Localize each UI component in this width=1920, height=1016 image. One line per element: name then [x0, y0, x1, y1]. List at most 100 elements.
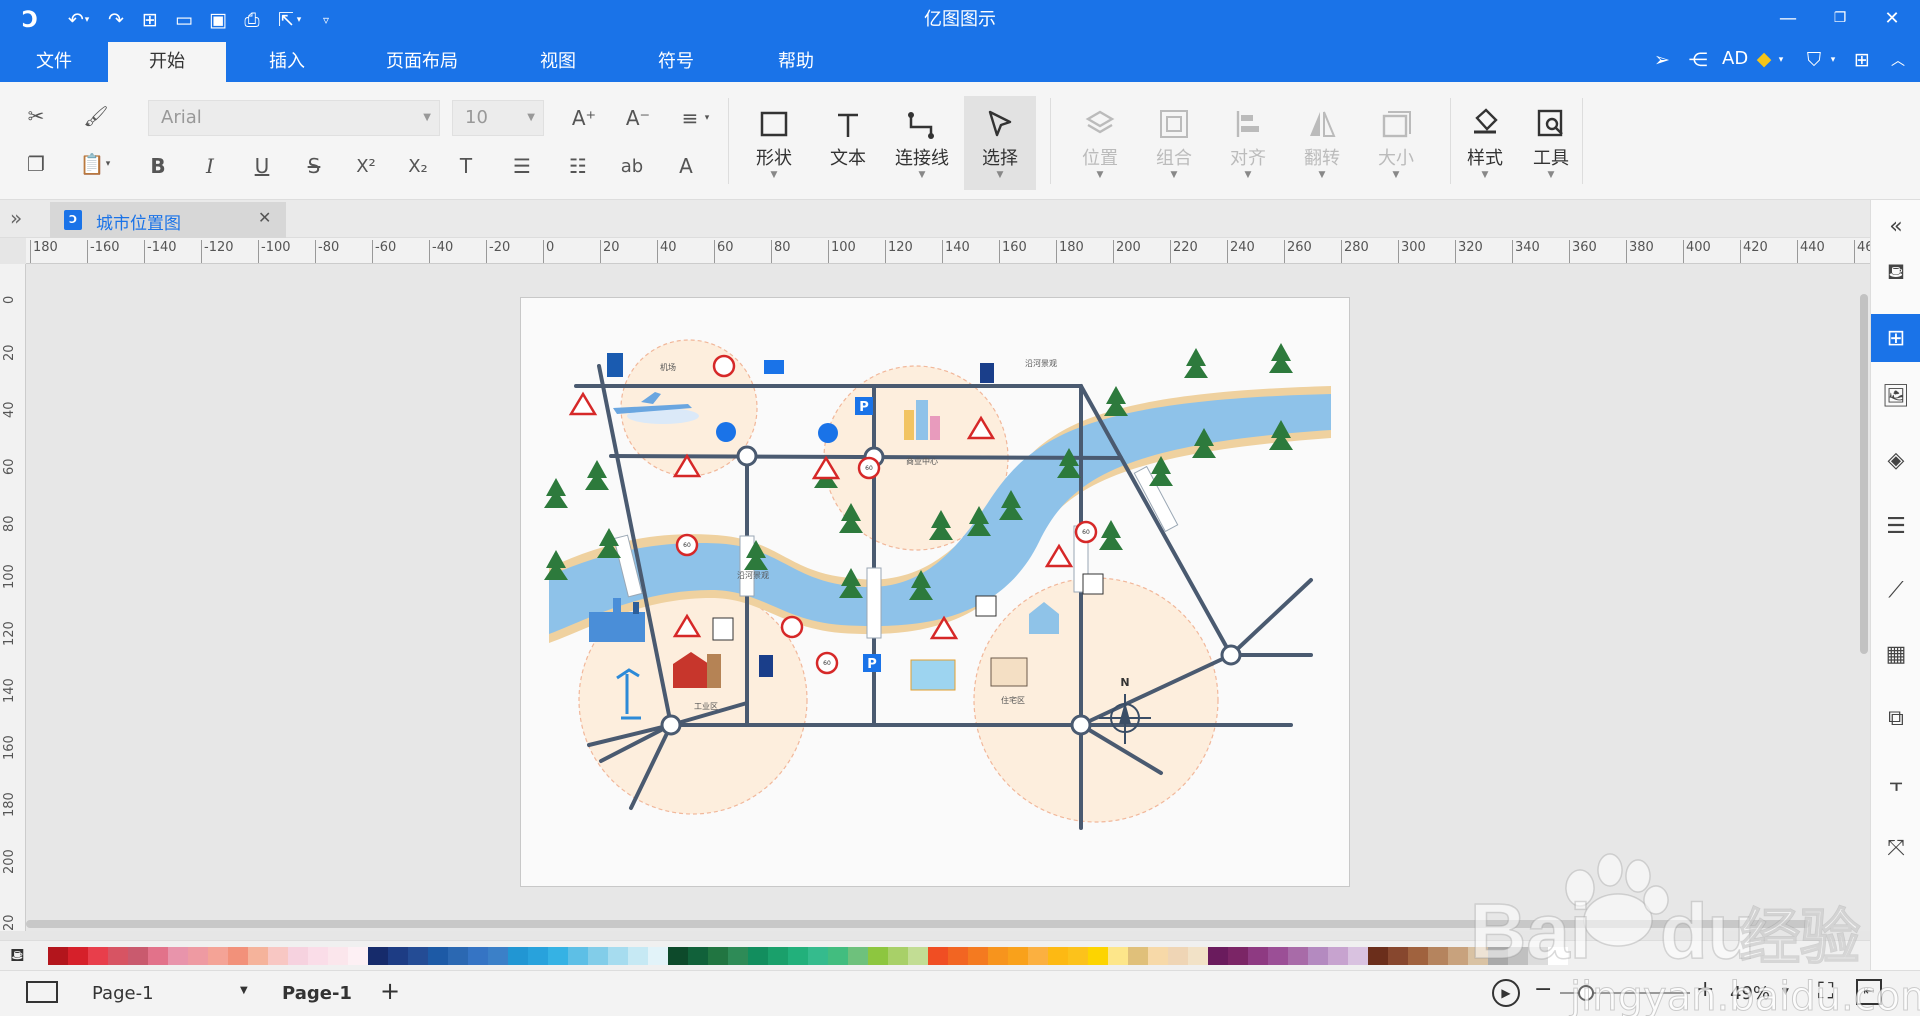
- color-swatch[interactable]: [988, 947, 1008, 965]
- color-swatch[interactable]: [608, 947, 628, 965]
- chart-panel-icon[interactable]: ⟋: [1871, 566, 1920, 614]
- zoom-dropdown-icon[interactable]: ▼: [1782, 987, 1789, 997]
- color-swatch[interactable]: [868, 947, 888, 965]
- select-tool[interactable]: 选择 ▼: [964, 96, 1036, 190]
- replace-panel-icon[interactable]: ⧉: [1871, 694, 1920, 742]
- fit-width-icon[interactable]: ⇤: [1856, 979, 1882, 1005]
- color-swatch[interactable]: [1288, 947, 1308, 965]
- line-spacing-icon[interactable]: ☰: [504, 148, 540, 184]
- color-swatch[interactable]: [108, 947, 128, 965]
- flip-tool[interactable]: 翻转 ▼: [1286, 96, 1358, 190]
- position-tool[interactable]: 位置 ▼: [1064, 96, 1136, 190]
- color-swatch[interactable]: [208, 947, 228, 965]
- decrease-font-icon[interactable]: A⁻: [620, 100, 656, 136]
- restore-button[interactable]: ❐: [1820, 4, 1860, 32]
- format-panel-icon[interactable]: ⫟: [1871, 760, 1920, 808]
- color-swatch[interactable]: [1328, 947, 1348, 965]
- text-tool[interactable]: 文本: [812, 96, 884, 190]
- skin-dropdown-icon[interactable]: ▾: [1826, 46, 1840, 74]
- color-swatch[interactable]: [628, 947, 648, 965]
- send-icon[interactable]: ➢: [1648, 46, 1676, 74]
- tab-help[interactable]: 帮助: [754, 42, 838, 82]
- color-swatch[interactable]: [768, 947, 788, 965]
- user-name[interactable]: AD: [1722, 48, 1748, 69]
- zoom-in-button[interactable]: +: [1696, 977, 1714, 1002]
- color-swatch[interactable]: [528, 947, 548, 965]
- font-color-icon[interactable]: A: [668, 148, 704, 184]
- color-swatch[interactable]: [1088, 947, 1108, 965]
- image-panel-icon[interactable]: 🖼: [1871, 372, 1920, 420]
- add-page-button[interactable]: +: [380, 977, 400, 1005]
- color-swatch[interactable]: [708, 947, 728, 965]
- color-swatch[interactable]: [548, 947, 568, 965]
- minimize-button[interactable]: —: [1768, 4, 1808, 32]
- color-swatch[interactable]: [1228, 947, 1248, 965]
- color-swatch[interactable]: [1388, 947, 1408, 965]
- fill-color-icon[interactable]: ⛾: [10, 945, 25, 969]
- color-swatch[interactable]: [1428, 947, 1448, 965]
- color-swatch[interactable]: [1168, 947, 1188, 965]
- fullscreen-icon[interactable]: ⛶: [1818, 979, 1833, 1004]
- document-tab[interactable]: Ↄ 城市位置图 ✕: [50, 202, 286, 238]
- color-swatch[interactable]: [1128, 947, 1148, 965]
- color-swatch[interactable]: [928, 947, 948, 965]
- color-swatch[interactable]: [568, 947, 588, 965]
- fit-panel-icon[interactable]: ⤧: [1871, 824, 1920, 872]
- bold-icon[interactable]: B: [140, 148, 176, 184]
- color-swatch[interactable]: [268, 947, 288, 965]
- undo-dropdown-icon[interactable]: ▾: [80, 6, 94, 34]
- bullet-list-icon[interactable]: ☷: [560, 148, 596, 184]
- color-swatch[interactable]: [1208, 947, 1228, 965]
- drawing-canvas[interactable]: 60 60 60 60 P P 机场 沿河景观 商业中心 沿河景观 工业区 住宅…: [26, 264, 1870, 931]
- strikethrough-icon[interactable]: S: [296, 148, 332, 184]
- save-icon[interactable]: ▣: [204, 6, 232, 34]
- superscript-icon[interactable]: X²: [348, 148, 384, 184]
- skin-icon[interactable]: ⛉: [1800, 46, 1828, 74]
- zoom-slider[interactable]: [1560, 985, 1690, 1001]
- close-button[interactable]: ✕: [1872, 4, 1912, 32]
- color-swatch[interactable]: [308, 947, 328, 965]
- apps-grid-icon[interactable]: ⊞: [1848, 46, 1876, 74]
- zoom-level[interactable]: 49%: [1730, 983, 1770, 1004]
- page-tab[interactable]: Page-1: [282, 983, 352, 1004]
- export-dropdown-icon[interactable]: ▾: [292, 6, 306, 34]
- color-swatch[interactable]: [1148, 947, 1168, 965]
- color-swatch[interactable]: [288, 947, 308, 965]
- city-map-diagram[interactable]: 60 60 60 60 P P 机场 沿河景观 商业中心 沿河景观 工业区 住宅…: [521, 298, 1351, 888]
- color-swatch[interactable]: [668, 947, 688, 965]
- color-swatch[interactable]: [148, 947, 168, 965]
- app-logo-icon[interactable]: Ↄ: [14, 4, 46, 36]
- collapse-panel-icon[interactable]: «: [1871, 202, 1920, 250]
- color-swatch[interactable]: [188, 947, 208, 965]
- color-swatch[interactable]: [588, 947, 608, 965]
- color-swatch[interactable]: [1468, 947, 1488, 965]
- horizontal-scrollbar[interactable]: [26, 920, 1810, 928]
- table-panel-icon[interactable]: ▦: [1871, 630, 1920, 678]
- color-swatch[interactable]: [1368, 947, 1388, 965]
- color-swatch[interactable]: [388, 947, 408, 965]
- color-swatch[interactable]: [428, 947, 448, 965]
- text-case-icon[interactable]: ab: [614, 148, 650, 184]
- zoom-out-button[interactable]: −: [1534, 977, 1552, 1002]
- color-swatch[interactable]: [1448, 947, 1468, 965]
- group-tool[interactable]: 组合 ▼: [1138, 96, 1210, 190]
- tab-insert[interactable]: 插入: [244, 42, 330, 82]
- color-swatch[interactable]: [728, 947, 748, 965]
- color-swatch[interactable]: [48, 947, 68, 965]
- color-swatch[interactable]: [1068, 947, 1088, 965]
- print-icon[interactable]: ⎙: [238, 6, 266, 34]
- copy-icon[interactable]: ❐: [18, 146, 54, 182]
- color-swatch[interactable]: [1188, 947, 1208, 965]
- color-swatch[interactable]: [1008, 947, 1028, 965]
- color-swatch[interactable]: [1408, 947, 1428, 965]
- play-icon[interactable]: ▶: [1492, 979, 1520, 1007]
- zoom-slider-handle[interactable]: [1578, 985, 1594, 1001]
- color-swatch[interactable]: [1348, 947, 1368, 965]
- layers-panel-icon[interactable]: ◈: [1871, 436, 1920, 484]
- color-swatch[interactable]: [808, 947, 828, 965]
- color-swatch[interactable]: [968, 947, 988, 965]
- tab-home[interactable]: 开始: [108, 42, 226, 82]
- increase-font-icon[interactable]: A⁺: [566, 100, 602, 136]
- color-swatch[interactable]: [68, 947, 88, 965]
- text-format-icon[interactable]: T: [448, 148, 484, 184]
